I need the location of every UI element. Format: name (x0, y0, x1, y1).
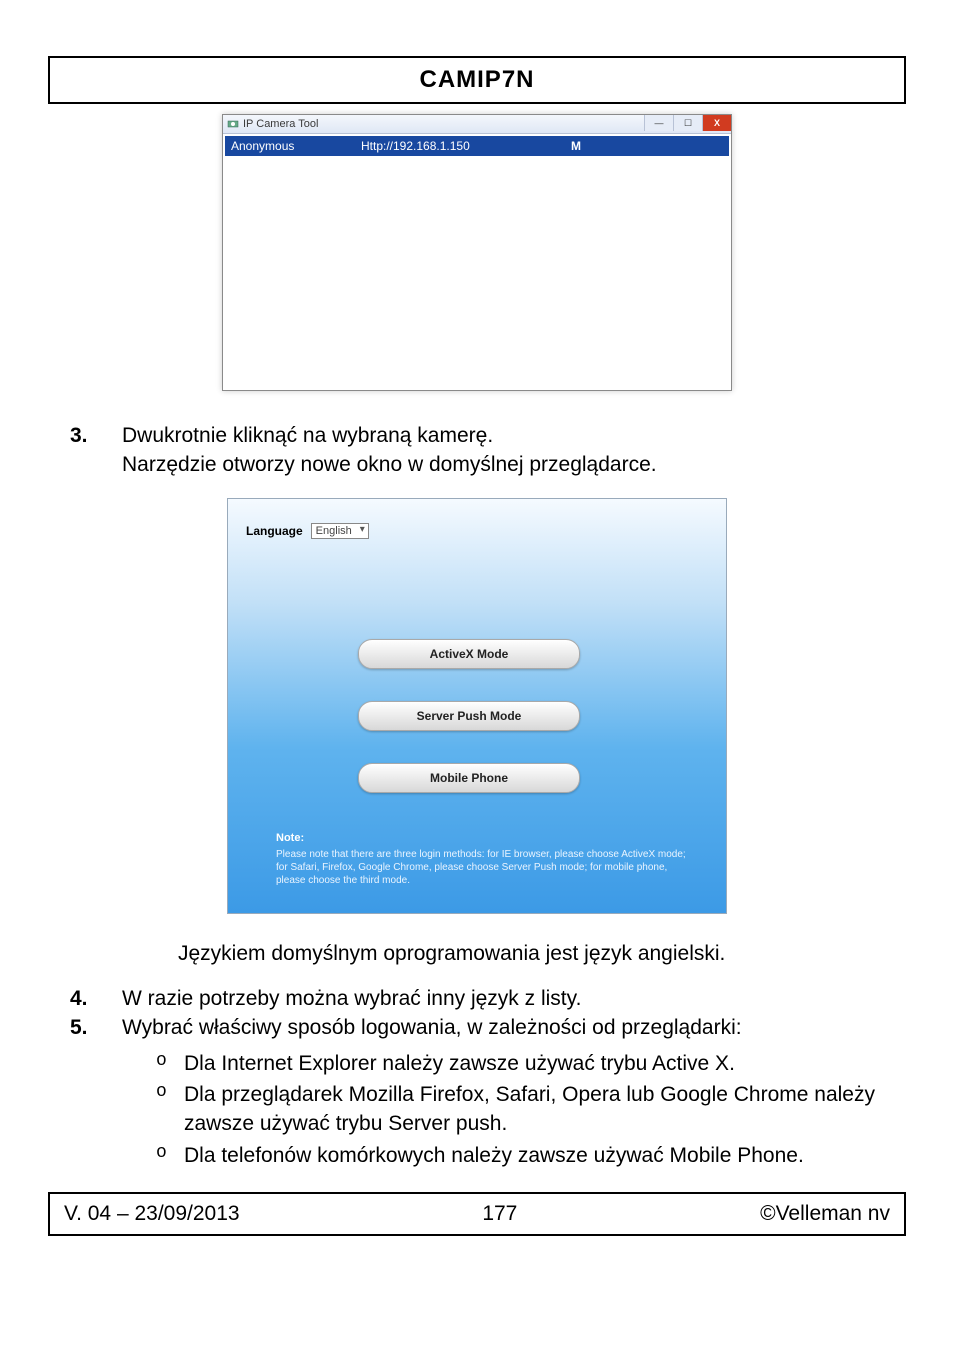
language-row: Language English (246, 523, 369, 539)
window-title: IP Camera Tool (243, 118, 318, 130)
step-text-line: Dwukrotnie kliknąć na wybraną kamerę. (122, 421, 906, 450)
figure-camera-tool: IP Camera Tool — ☐ X Anonymous Http://19… (222, 114, 732, 391)
footer-page-number: 177 (482, 1202, 517, 1226)
language-label: Language (246, 524, 303, 538)
camera-url: Http://192.168.1.150 (361, 139, 571, 153)
mobile-phone-button[interactable]: Mobile Phone (358, 763, 580, 793)
note-title: Note: (276, 831, 696, 845)
minimize-button[interactable]: — (644, 115, 673, 131)
window-titlebar: IP Camera Tool — ☐ X (223, 115, 731, 134)
paragraph-default-language: Językiem domyślnym oprogramowania jest j… (178, 942, 906, 966)
server-push-mode-button[interactable]: Server Push Mode (358, 701, 580, 731)
list-item: Dla przeglądarek Mozilla Firefox, Safari… (156, 1080, 906, 1139)
footer-version: V. 04 – 23/09/2013 (64, 1202, 240, 1226)
step-text: W razie potrzeby można wybrać inny język… (122, 984, 906, 1013)
login-panel: Language English ActiveX Mode Server Pus… (227, 498, 727, 914)
maximize-button[interactable]: ☐ (673, 115, 702, 131)
page-title: CAMIP7N (419, 66, 534, 93)
camera-name: Anonymous (231, 139, 361, 153)
step-text: Wybrać właściwy sposób logowania, w zale… (122, 1013, 906, 1042)
page-title-box: CAMIP7N (48, 56, 906, 104)
button-label: ActiveX Mode (430, 647, 509, 661)
page-footer: V. 04 – 23/09/2013 177 ©Velleman nv (48, 1192, 906, 1236)
language-value: English (316, 525, 352, 537)
step-3: 3. Dwukrotnie kliknąć na wybraną kamerę.… (70, 421, 906, 480)
list-item: Dla telefonów komórkowych należy zawsze … (156, 1141, 906, 1170)
close-button[interactable]: X (702, 115, 731, 131)
step-5-sublist: Dla Internet Explorer należy zawsze używ… (48, 1049, 906, 1171)
camera-list-row[interactable]: Anonymous Http://192.168.1.150 M (225, 136, 729, 156)
camera-tool-window: IP Camera Tool — ☐ X Anonymous Http://19… (222, 114, 732, 391)
step-number: 5. (70, 1013, 122, 1042)
step-number: 4. (70, 984, 122, 1013)
step-5: 5. Wybrać właściwy sposób logowania, w z… (70, 1013, 906, 1042)
activex-mode-button[interactable]: ActiveX Mode (358, 639, 580, 669)
window-body: Anonymous Http://192.168.1.150 M (223, 134, 731, 390)
figure-login-panel: Language English ActiveX Mode Server Pus… (227, 498, 727, 914)
step-4: 4. W razie potrzeby można wybrać inny ję… (70, 984, 906, 1013)
button-label: Server Push Mode (417, 709, 522, 723)
camera-flag: M (571, 139, 611, 153)
footer-copyright: ©Velleman nv (760, 1202, 890, 1226)
list-item: Dla Internet Explorer należy zawsze używ… (156, 1049, 906, 1078)
language-select[interactable]: English (311, 523, 369, 539)
app-icon (227, 118, 239, 130)
step-text-line: Narzędzie otworzy nowe okno w domyślnej … (122, 450, 906, 479)
step-number: 3. (70, 421, 122, 480)
note-body: Please note that there are three login m… (276, 848, 696, 887)
note-block: Note: Please note that there are three l… (276, 831, 696, 886)
button-label: Mobile Phone (430, 771, 508, 785)
